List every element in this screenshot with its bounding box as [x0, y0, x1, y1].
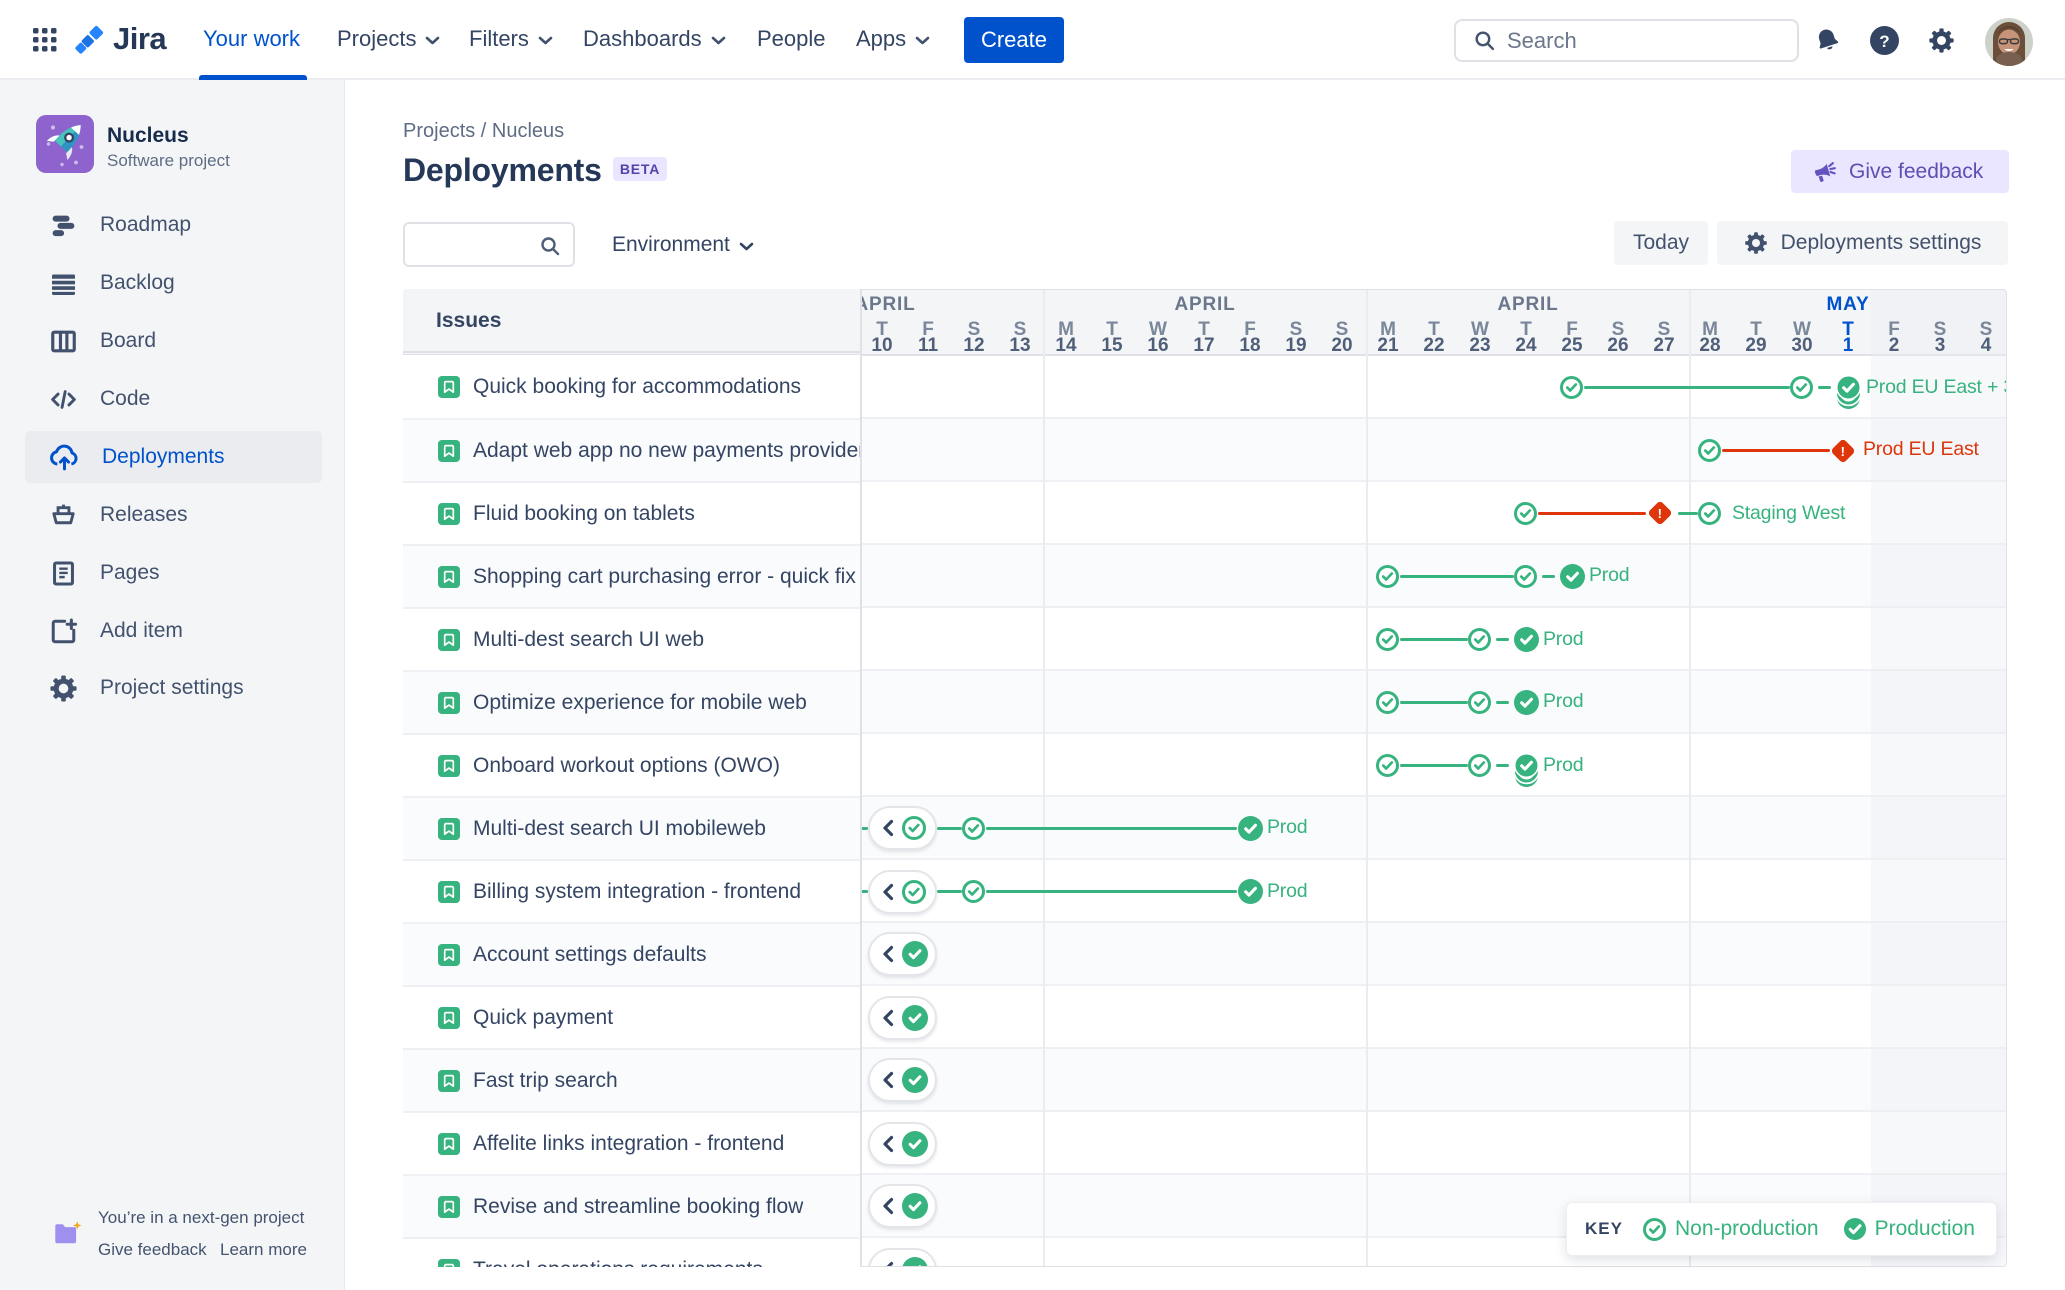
svg-text:?: ?: [1879, 32, 1889, 51]
